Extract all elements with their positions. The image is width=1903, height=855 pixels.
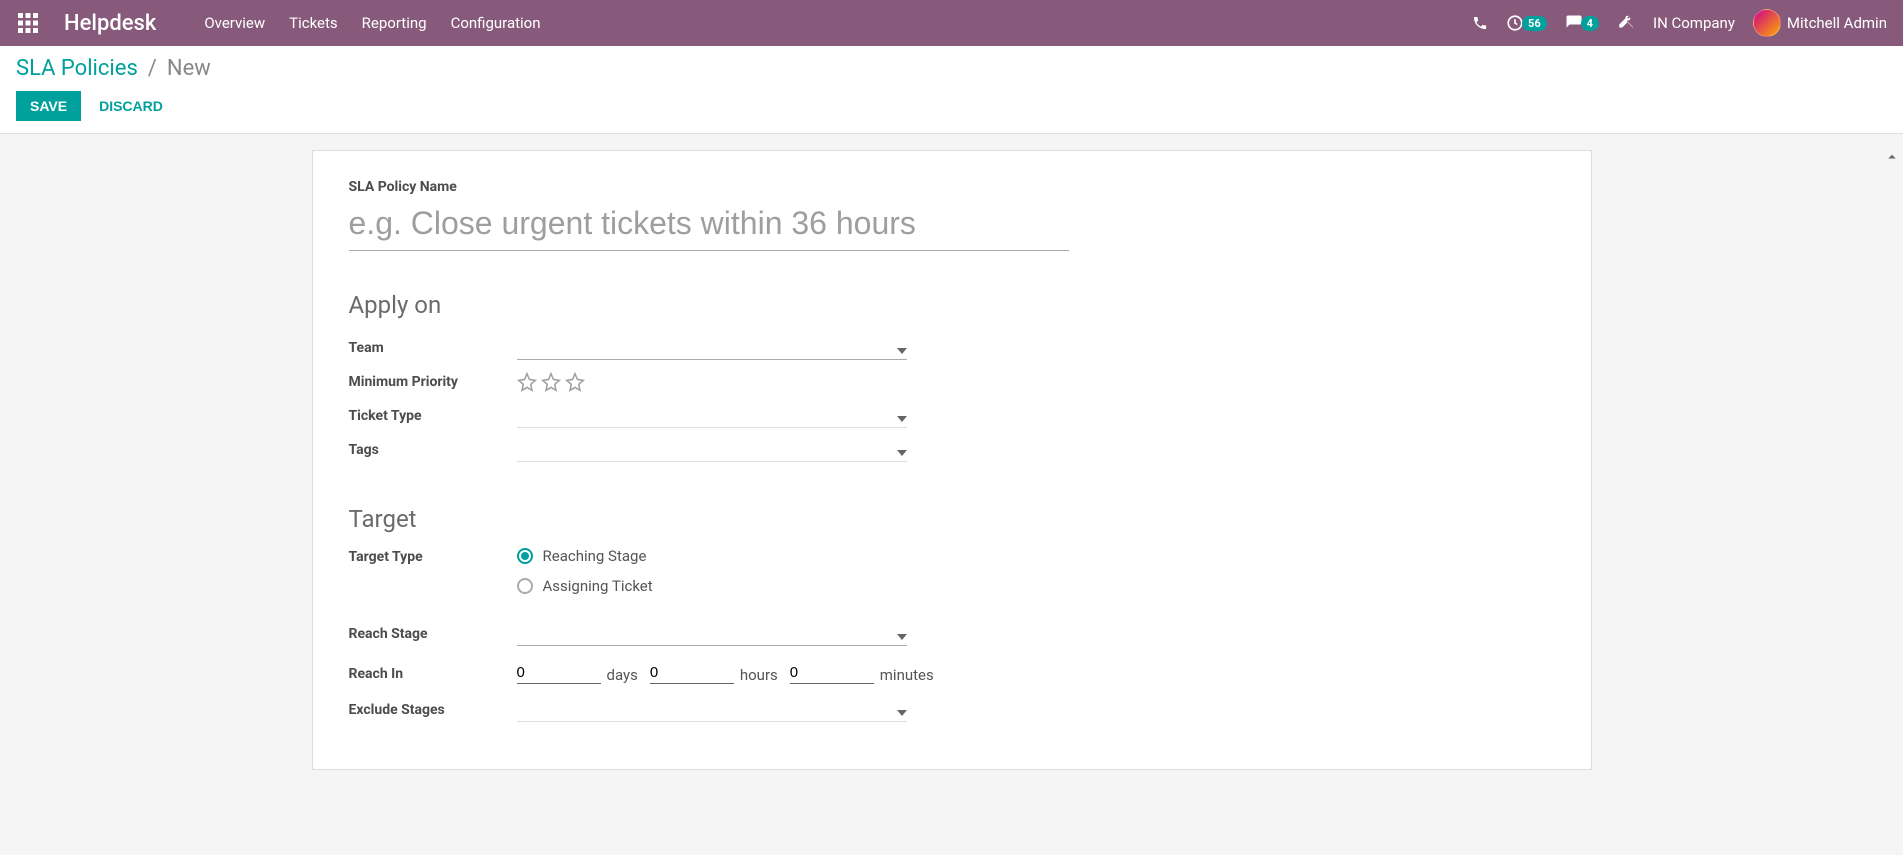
save-button[interactable]: SAVE (16, 91, 81, 121)
reach-in-group: days hours minutes (517, 664, 940, 684)
caret-icon (897, 416, 907, 422)
unit-days: days (607, 666, 638, 684)
discard-button[interactable]: DISCARD (99, 98, 163, 114)
label-reach-in: Reach In (349, 666, 517, 682)
star-1[interactable] (517, 372, 537, 392)
priority-stars (517, 372, 585, 392)
unit-minutes: minutes (880, 666, 934, 684)
row-team: Team (349, 333, 1555, 363)
nav-reporting[interactable]: Reporting (362, 14, 427, 32)
breadcrumb: SLA Policies / New (16, 56, 1887, 81)
nav-tickets[interactable]: Tickets (289, 14, 338, 32)
control-panel: SLA Policies / New SAVE DISCARD (0, 46, 1903, 134)
form-sheet: SLA Policy Name Apply on Team Minimum Pr… (312, 150, 1592, 770)
nav-configuration[interactable]: Configuration (451, 14, 541, 32)
breadcrumb-root[interactable]: SLA Policies (16, 56, 138, 81)
radio-icon (517, 548, 533, 564)
caret-icon (897, 348, 907, 354)
nav-overview[interactable]: Overview (204, 14, 265, 32)
apps-icon[interactable] (16, 11, 40, 35)
radio-assigning-ticket[interactable]: Assigning Ticket (517, 577, 653, 595)
tools-icon[interactable] (1617, 14, 1635, 32)
team-select[interactable] (517, 336, 907, 360)
user-menu[interactable]: Mitchell Admin (1753, 9, 1887, 37)
radio-icon (517, 578, 533, 594)
breadcrumb-current: New (167, 56, 211, 81)
label-reach-stage: Reach Stage (349, 626, 517, 642)
form-container: SLA Policy Name Apply on Team Minimum Pr… (0, 134, 1903, 849)
policy-name-input[interactable] (349, 201, 1069, 251)
caret-icon (897, 710, 907, 716)
row-tags: Tags (349, 435, 1555, 465)
company-selector[interactable]: IN Company (1653, 14, 1735, 32)
policy-name-label: SLA Policy Name (349, 179, 1555, 195)
row-reach-stage: Reach Stage (349, 619, 1555, 649)
phone-icon[interactable] (1472, 15, 1488, 31)
row-ticket-type: Ticket Type (349, 401, 1555, 431)
reach-in-minutes-input[interactable] (790, 664, 874, 684)
user-name: Mitchell Admin (1787, 14, 1887, 32)
radio-reaching-stage[interactable]: Reaching Stage (517, 547, 653, 565)
caret-icon (897, 450, 907, 456)
caret-icon (897, 634, 907, 640)
row-priority: Minimum Priority (349, 367, 1555, 397)
reach-in-days-input[interactable] (517, 664, 601, 684)
breadcrumb-sep: / (148, 56, 157, 81)
cp-actions: SAVE DISCARD (16, 91, 1887, 121)
exclude-stages-select[interactable] (517, 698, 907, 722)
navbar-right: 56 4 IN Company Mitchell Admin (1472, 9, 1887, 37)
messages-badge: 4 (1581, 16, 1599, 31)
radio-label: Reaching Stage (543, 547, 647, 565)
section-apply-on: Apply on (349, 291, 1555, 319)
activities-badge: 56 (1522, 16, 1547, 31)
star-3[interactable] (565, 372, 585, 392)
label-priority: Minimum Priority (349, 374, 517, 390)
label-exclude-stages: Exclude Stages (349, 702, 517, 718)
ticket-type-select[interactable] (517, 404, 907, 428)
radio-label: Assigning Ticket (543, 577, 653, 595)
label-target-type: Target Type (349, 547, 517, 565)
reach-in-hours-input[interactable] (650, 664, 734, 684)
label-tags: Tags (349, 442, 517, 458)
tags-select[interactable] (517, 438, 907, 462)
navbar: Helpdesk Overview Tickets Reporting Conf… (0, 0, 1903, 46)
star-2[interactable] (541, 372, 561, 392)
row-reach-in: Reach In days hours minutes (349, 659, 1555, 689)
label-team: Team (349, 340, 517, 356)
scroll-up-icon[interactable] (1883, 148, 1901, 166)
label-ticket-type: Ticket Type (349, 408, 517, 424)
target-type-radio-group: Reaching Stage Assigning Ticket (517, 547, 653, 595)
section-target: Target (349, 505, 1555, 533)
activities-icon[interactable]: 56 (1506, 14, 1547, 32)
row-exclude-stages: Exclude Stages (349, 695, 1555, 725)
app-title[interactable]: Helpdesk (64, 11, 156, 36)
reach-stage-select[interactable] (517, 622, 907, 646)
nav-menu: Overview Tickets Reporting Configuration (204, 14, 540, 32)
avatar (1753, 9, 1781, 37)
unit-hours: hours (740, 666, 778, 684)
row-target-type: Target Type Reaching Stage Assigning Tic… (349, 547, 1555, 595)
messages-icon[interactable]: 4 (1565, 14, 1599, 32)
